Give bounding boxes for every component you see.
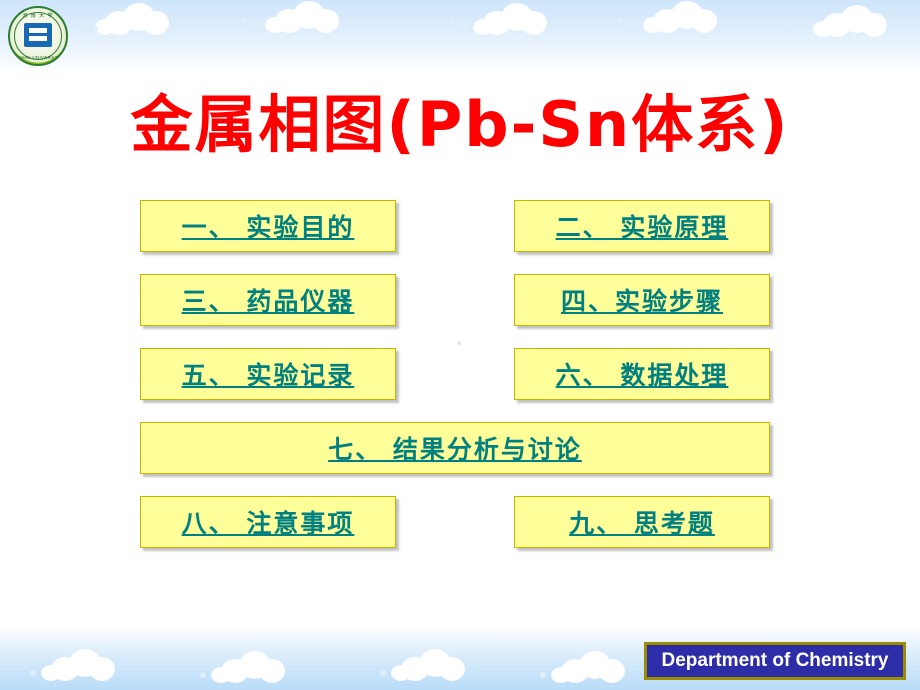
university-logo: 河 南 大 学 HENAN UNIVERSITY (8, 6, 68, 66)
menu-item-questions[interactable]: 九、 思考题 (514, 496, 770, 548)
menu-row: 八、 注意事项 九、 思考题 (140, 496, 770, 548)
department-badge-label: Department of Chemistry (661, 650, 889, 671)
presentation-slide: 河 南 大 学 HENAN UNIVERSITY 金属相图(Pb-Sn体系) 一… (0, 0, 920, 690)
menu-grid: 一、 实验目的 二、 实验原理 三、 药品仪器 四、实验步骤 五、 实验记录 六… (140, 200, 770, 570)
menu-row: 七、 结果分析与讨论 (140, 422, 770, 474)
menu-item-data-processing[interactable]: 六、 数据处理 (514, 348, 770, 400)
menu-item-experiment-principle[interactable]: 二、 实验原理 (514, 200, 770, 252)
logo-emblem (24, 23, 52, 47)
department-badge: Department of Chemistry (644, 642, 906, 680)
logo-top-text: 河 南 大 学 (22, 13, 54, 19)
menu-row: 一、 实验目的 二、 实验原理 (140, 200, 770, 252)
menu-item-experiment-purpose[interactable]: 一、 实验目的 (140, 200, 396, 252)
menu-item-experiment-steps[interactable]: 四、实验步骤 (514, 274, 770, 326)
menu-row: 五、 实验记录 六、 数据处理 (140, 348, 770, 400)
menu-item-reagents-instruments[interactable]: 三、 药品仪器 (140, 274, 396, 326)
menu-row: 三、 药品仪器 四、实验步骤 (140, 274, 770, 326)
top-decorative-band (0, 0, 920, 74)
page-title: 金属相图(Pb-Sn体系) (130, 88, 790, 161)
menu-item-results-discussion[interactable]: 七、 结果分析与讨论 (140, 422, 770, 474)
logo-bottom-text: HENAN UNIVERSITY (13, 55, 63, 60)
menu-item-precautions[interactable]: 八、 注意事项 (140, 496, 396, 548)
menu-item-experiment-records[interactable]: 五、 实验记录 (140, 348, 396, 400)
